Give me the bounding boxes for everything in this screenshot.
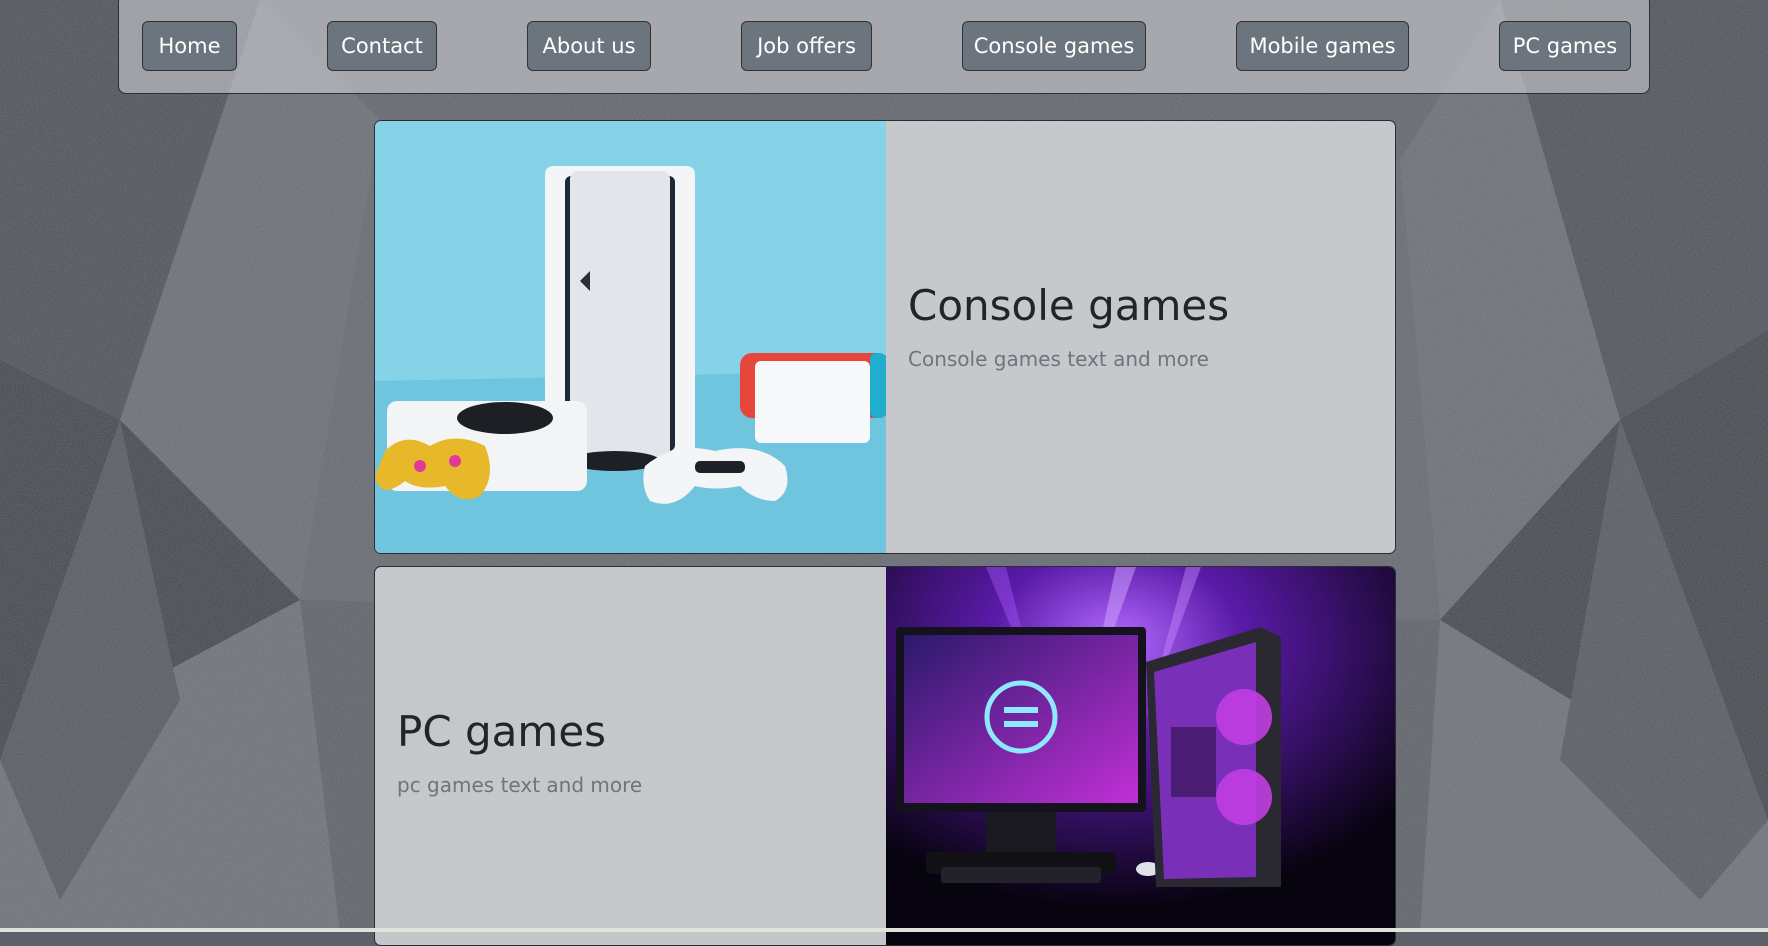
nav-button-about-us[interactable]: About us [527,21,651,71]
console-games-card: Console games Console games text and mor… [374,120,1396,554]
pc-games-title: PC games [397,707,607,756]
pc-games-text-panel: PC games pc games text and more [375,567,886,945]
nav-button-pc-games[interactable]: PC games [1499,21,1631,71]
nav-button-console-games[interactable]: Console games [962,21,1146,71]
console-games-description: Console games text and more [908,347,1209,371]
pc-games-description: pc games text and more [397,773,643,797]
console-games-title: Console games [908,281,1230,330]
consoles-image [375,121,886,553]
nav-button-home[interactable]: Home [142,21,237,71]
nav-button-contact[interactable]: Contact [327,21,437,71]
nav-button-job-offers[interactable]: Job offers [741,21,872,71]
console-games-text-panel: Console games Console games text and mor… [886,121,1395,553]
top-navbar: Home Contact About us Job offers Console… [118,0,1650,94]
nav-button-mobile-games[interactable]: Mobile games [1236,21,1409,71]
gaming-pc-image [886,567,1395,945]
pc-games-card: PC games pc games text and more [374,566,1396,946]
bottom-divider [0,928,1768,932]
